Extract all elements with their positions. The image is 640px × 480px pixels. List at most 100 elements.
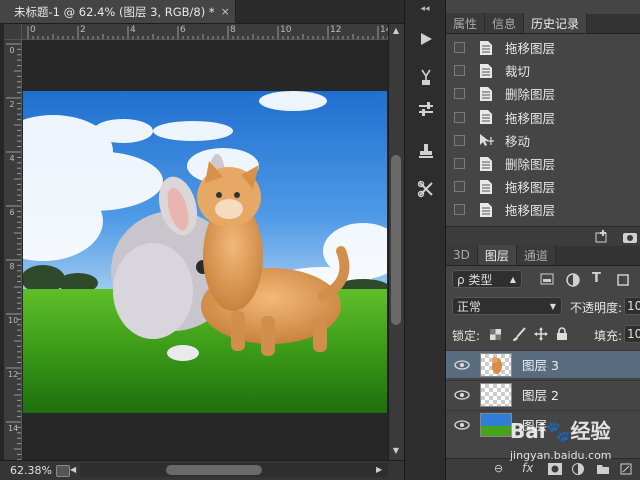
blend-mode-value: 正常 xyxy=(457,299,482,314)
document-icon xyxy=(478,202,494,218)
history-list: 拖移图层 裁切 删除图层 拖移图层 移动 删除图层 拖移图层 拖移图层 xyxy=(446,36,640,224)
type-filter-icon[interactable]: T xyxy=(592,271,601,286)
zoom-level[interactable]: 62.38% xyxy=(0,464,54,477)
history-item[interactable]: 拖移图层 xyxy=(446,36,640,59)
ruler-label: 0 xyxy=(9,46,15,55)
blend-mode-dropdown[interactable]: 正常 ▼ xyxy=(452,297,562,315)
tab-info[interactable]: 信息 xyxy=(485,13,525,33)
horizontal-ruler[interactable]: 0 2 4 6 8 10 12 14 xyxy=(22,24,402,40)
layer-thumbnail-cat[interactable] xyxy=(480,353,512,377)
lock-label: 锁定: xyxy=(452,329,481,343)
status-menu-icon[interactable] xyxy=(56,464,70,477)
tab-history[interactable]: 历史记录 xyxy=(524,13,588,33)
clone-stamp-icon[interactable] xyxy=(412,138,440,164)
layer-name[interactable]: 图层 xyxy=(522,415,547,434)
camera-icon[interactable] xyxy=(622,230,638,247)
fill-value: 10 xyxy=(627,327,640,341)
history-item[interactable]: 裁切 xyxy=(446,59,640,82)
chevron-down-icon: ▲ xyxy=(509,274,516,284)
scroll-left-arrow-icon[interactable]: ◀ xyxy=(70,463,80,477)
link-layers-icon[interactable]: ⊖ xyxy=(494,462,503,475)
lock-transparent-icon[interactable] xyxy=(490,329,501,343)
opacity-input[interactable]: 10 xyxy=(624,297,640,315)
opacity-label: 不透明度: xyxy=(570,301,623,315)
document-icon xyxy=(478,109,494,125)
document-icon xyxy=(478,40,494,56)
document-tab[interactable]: 未标题-1 @ 62.4% (图层 3, RGB/8) * × xyxy=(0,0,236,24)
history-item-label: 拖移图层 xyxy=(505,180,556,196)
tab-channels[interactable]: 通道 xyxy=(516,245,556,265)
ruler-label: 0 xyxy=(30,25,36,35)
eye-icon[interactable] xyxy=(454,419,470,430)
layer-row-2[interactable]: 图层 2 xyxy=(446,380,640,408)
new-adjustment-icon[interactable] xyxy=(572,463,584,478)
history-panel-tabs: 属性 信息 历史记录 xyxy=(446,13,640,34)
history-item[interactable]: 拖移图层 xyxy=(446,198,640,221)
history-snapshot-checkbox[interactable] xyxy=(454,42,465,53)
layer-thumbnail-rabbit[interactable] xyxy=(480,383,512,407)
history-snapshot-checkbox[interactable] xyxy=(454,65,465,77)
history-snapshot-checkbox[interactable] xyxy=(454,111,465,123)
ruler-ticks-h xyxy=(27,26,399,39)
lock-all-icon[interactable] xyxy=(556,327,568,344)
fill-input[interactable]: 10 xyxy=(624,325,640,343)
collapse-panels-icon[interactable]: ◂◂ xyxy=(404,4,446,16)
history-item[interactable]: 拖移图层 xyxy=(446,175,640,198)
history-item[interactable]: 删除图层 xyxy=(446,152,640,175)
fx-icon[interactable]: fx xyxy=(522,461,533,475)
new-group-icon[interactable] xyxy=(596,463,610,478)
vertical-ruler[interactable]: 0 2 4 6 8 10 12 14 xyxy=(4,40,22,460)
eye-icon[interactable] xyxy=(454,359,470,370)
layer-filter-dropdown[interactable]: ρ 类型 ▲ xyxy=(452,270,522,288)
adjustment-icon[interactable] xyxy=(412,96,440,122)
move-icon xyxy=(478,132,494,148)
adjustment-filter-icon[interactable] xyxy=(566,273,580,290)
history-panel-footer xyxy=(446,226,640,246)
layer-name[interactable]: 图层 3 xyxy=(522,355,559,374)
history-snapshot-checkbox[interactable] xyxy=(454,181,465,193)
ruler-corner[interactable] xyxy=(4,24,22,40)
new-layer-icon[interactable] xyxy=(620,463,632,478)
lock-paint-icon[interactable] xyxy=(512,327,526,344)
brush-tool-icon[interactable] xyxy=(412,64,440,90)
layer-row-1[interactable]: 图层 xyxy=(446,410,640,438)
layers-panel-footer: ⊖ fx xyxy=(446,458,640,480)
pixel-filter-icon[interactable] xyxy=(540,273,554,288)
ruler-label: 2 xyxy=(9,100,15,109)
history-snapshot-checkbox[interactable] xyxy=(454,88,465,100)
history-item-label: 移动 xyxy=(505,133,531,149)
history-item[interactable]: 删除图层 xyxy=(446,82,640,105)
tab-layers[interactable]: 图层 xyxy=(477,245,517,265)
horizontal-scroll-thumb[interactable] xyxy=(166,465,262,475)
history-snapshot-checkbox[interactable] xyxy=(454,204,465,216)
history-item[interactable]: 移动 xyxy=(446,129,640,152)
tab-properties[interactable]: 属性 xyxy=(446,13,486,33)
ruler-label: 8 xyxy=(230,25,236,35)
new-snapshot-icon[interactable] xyxy=(594,230,610,247)
vertical-scroll-thumb[interactable] xyxy=(391,155,401,325)
history-item[interactable]: 拖移图层 xyxy=(446,106,640,129)
lock-position-icon[interactable] xyxy=(534,327,548,344)
layer-name[interactable]: 图层 2 xyxy=(522,385,559,404)
close-icon[interactable]: × xyxy=(221,5,230,18)
tab-3d[interactable]: 3D xyxy=(446,245,478,265)
scroll-down-arrow-icon[interactable]: ▼ xyxy=(388,446,404,458)
scroll-right-arrow-icon[interactable]: ▶ xyxy=(376,463,386,477)
ruler-label: 12 xyxy=(330,25,342,35)
blend-row: 正常 ▼ 不透明度: 10 xyxy=(446,296,640,318)
play-action-icon[interactable] xyxy=(412,26,440,52)
history-snapshot-checkbox[interactable] xyxy=(454,158,465,169)
document-tab-title: 未标题-1 @ 62.4% (图层 3, RGB/8) * xyxy=(14,4,215,19)
add-mask-icon[interactable] xyxy=(548,463,562,478)
history-item-label: 删除图层 xyxy=(505,87,556,103)
canvas-image[interactable] xyxy=(23,91,387,413)
tool-presets-icon[interactable] xyxy=(412,176,440,202)
eye-icon[interactable] xyxy=(454,389,470,400)
document-icon xyxy=(478,156,494,172)
layer-thumbnail-landscape[interactable] xyxy=(480,413,512,437)
scroll-up-arrow-icon[interactable]: ▲ xyxy=(388,26,404,38)
layer-row-3[interactable]: 图层 3 xyxy=(446,350,640,378)
ruler-label: 14 xyxy=(8,424,19,433)
history-snapshot-checkbox[interactable] xyxy=(454,134,465,146)
shape-filter-icon[interactable] xyxy=(616,273,630,290)
